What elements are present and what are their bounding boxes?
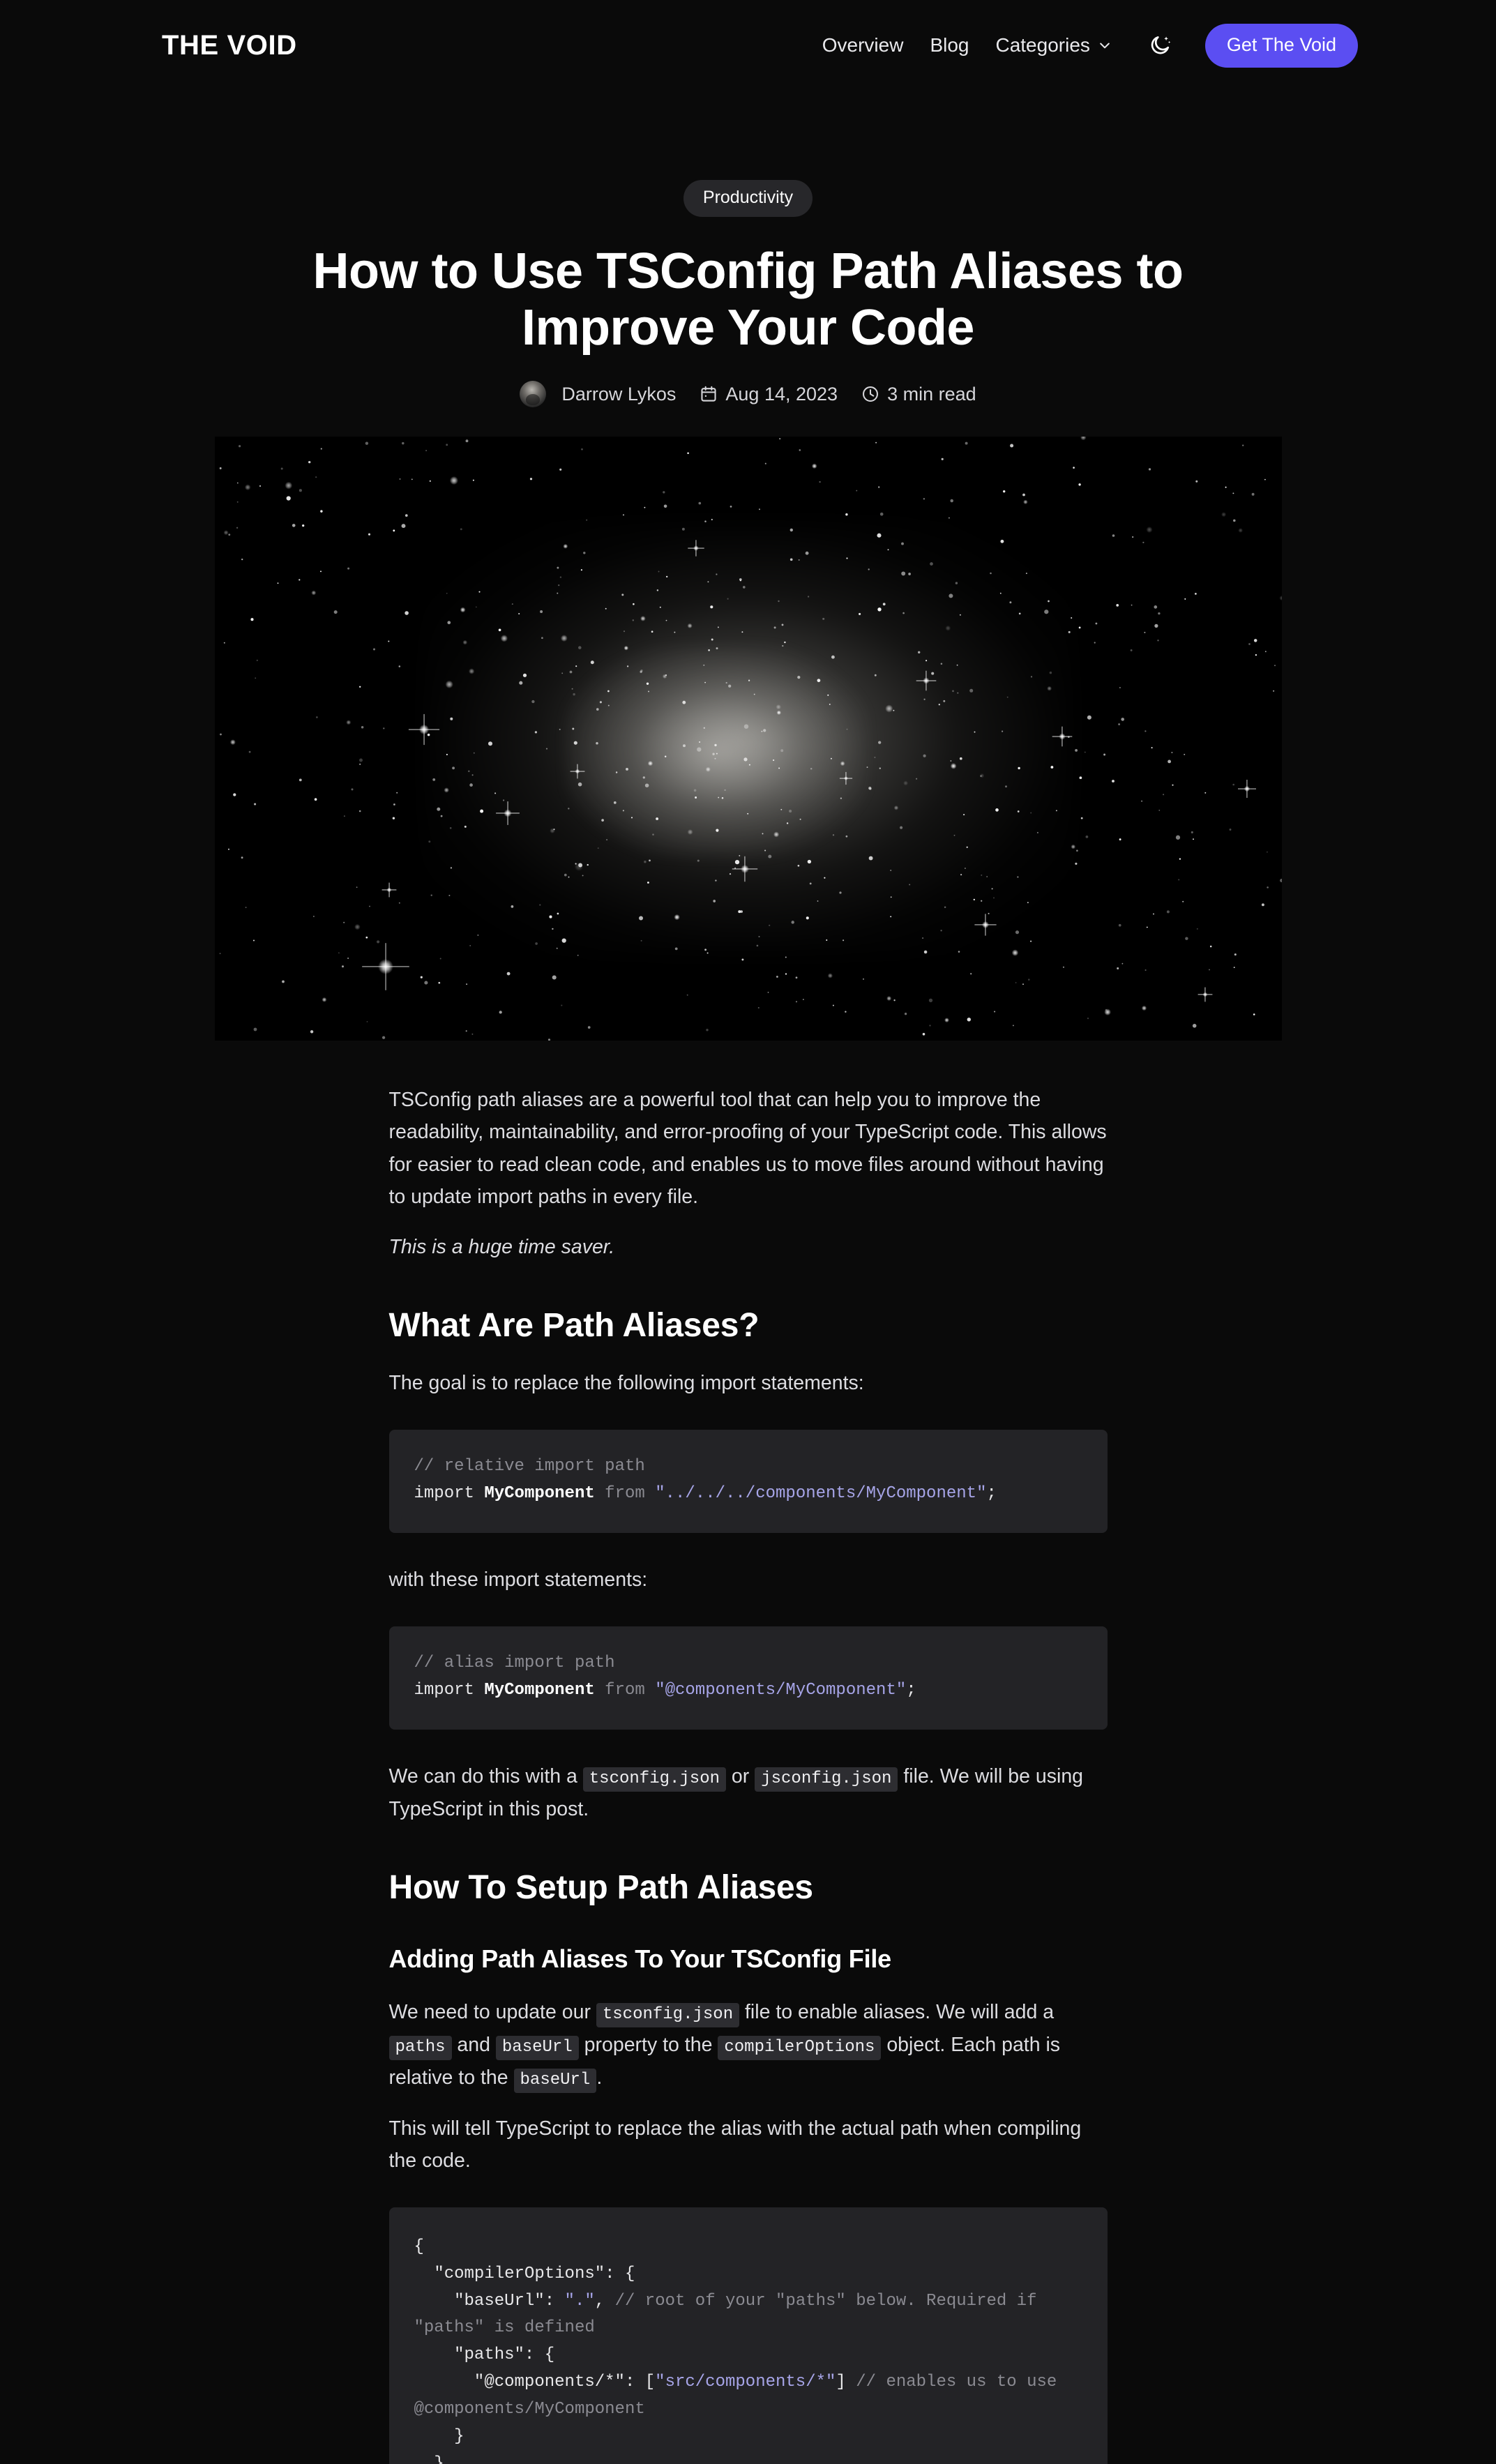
publish-date: Aug 14, 2023 xyxy=(700,384,838,405)
code-key: "@components/*": [ xyxy=(414,2373,656,2392)
text-fragment: We need to update our xyxy=(388,2000,596,2023)
author-name: Darrow Lykos xyxy=(561,383,677,405)
code-line: { xyxy=(414,2237,424,2256)
section-1-paragraph: The goal is to replace the following imp… xyxy=(388,1372,864,1395)
article-meta: Darrow Lykos Aug 14, 2023 3 min read xyxy=(520,381,976,408)
nav-item-overview[interactable]: Overview xyxy=(822,36,904,55)
code-comment: // alias import path xyxy=(414,1654,615,1673)
category-badge[interactable]: Productivity xyxy=(683,180,813,217)
section-1-paragraph-3: We can do this with a tsconfig.json or j… xyxy=(389,1760,1108,1825)
section-2-paragraph-2: This will tell TypeScript to replace the… xyxy=(388,2117,1082,2172)
code-keyword-from: from xyxy=(605,1484,645,1504)
code-punct: , xyxy=(594,2291,615,2311)
text-fragment: and xyxy=(451,2033,496,2056)
text-fragment: or xyxy=(726,1764,755,1787)
code-key: "baseUrl": xyxy=(414,2291,565,2311)
site-logo[interactable]: THE VOID xyxy=(162,31,297,59)
code-line: } xyxy=(414,2426,464,2446)
calendar-icon xyxy=(700,385,718,403)
code-block-alias-import: // alias import path import MyComponent … xyxy=(388,1626,1108,1730)
publish-date-label: Aug 14, 2023 xyxy=(725,383,838,405)
code-line: "compilerOptions": { xyxy=(414,2264,635,2283)
inline-code-baseurl: baseUrl xyxy=(495,2035,579,2060)
nav-item-blog[interactable]: Blog xyxy=(930,36,969,55)
code-keyword-from: from xyxy=(605,1680,645,1700)
inline-code-tsconfig: tsconfig.json xyxy=(582,1767,727,1792)
code-string: "../../../components/MyComponent" xyxy=(655,1484,987,1504)
code-string: "src/components/*" xyxy=(655,2373,836,2392)
read-time-label: 3 min read xyxy=(887,383,976,405)
read-time: 3 min read xyxy=(861,384,976,405)
code-block-tsconfig-json: { "compilerOptions": { "baseUrl": ".", /… xyxy=(388,2207,1108,2464)
clock-icon xyxy=(861,385,879,403)
article-hero: Productivity How to Use TSConfig Path Al… xyxy=(0,91,1496,408)
text-fragment: file to enable aliases. We will add a xyxy=(739,2000,1055,2023)
intro-emphasis: This is a huge time saver. xyxy=(388,1235,615,1258)
site-header: THE VOID Overview Blog Categories Get Th… xyxy=(0,0,1496,91)
intro-paragraph: TSConfig path aliases are a powerful too… xyxy=(388,1089,1107,1208)
article-body: TSConfig path aliases are a powerful too… xyxy=(388,1041,1108,2464)
code-keyword-import: import xyxy=(414,1680,474,1700)
avatar xyxy=(520,381,547,408)
code-line: } xyxy=(414,2454,444,2464)
article: Productivity How to Use TSConfig Path Al… xyxy=(0,91,1496,2464)
inline-code-baseurl: baseUrl xyxy=(513,2068,597,2093)
text-fragment: We can do this with a xyxy=(388,1764,583,1787)
code-string: "." xyxy=(564,2291,595,2311)
get-the-void-button[interactable]: Get The Void xyxy=(1204,23,1358,68)
code-semicolon: ; xyxy=(906,1680,916,1700)
inline-code-paths: paths xyxy=(388,2035,452,2060)
code-semicolon: ; xyxy=(986,1484,997,1504)
chevron-down-icon xyxy=(1098,38,1112,52)
inline-code-tsconfig: tsconfig.json xyxy=(596,2002,740,2027)
inline-code-compileroptions: compilerOptions xyxy=(718,2035,882,2060)
code-punct: ] xyxy=(836,2373,856,2392)
text-fragment: property to the xyxy=(578,2033,718,2056)
code-block-relative-import: // relative import path import MyCompone… xyxy=(388,1430,1108,1533)
section-title-how-to-setup: How To Setup Path Aliases xyxy=(388,1868,814,1906)
code-comment: // relative import path xyxy=(414,1457,645,1476)
inline-code-jsconfig: jsconfig.json xyxy=(755,1767,898,1792)
text-fragment: . xyxy=(596,2066,603,2089)
section-1-paragraph-2: with these import statements: xyxy=(388,1568,648,1591)
code-string: "@components/MyComponent" xyxy=(655,1680,907,1700)
hero-image xyxy=(214,437,1282,1041)
section-2-paragraph: We need to update our tsconfig.json file… xyxy=(388,1996,1108,2094)
code-symbol: MyComponent xyxy=(484,1484,595,1504)
code-line: "paths": { xyxy=(414,2345,555,2365)
section-title-what-are-path-aliases: What Are Path Aliases? xyxy=(388,1307,760,1345)
nav-item-categories-label: Categories xyxy=(995,34,1090,56)
moon-icon[interactable] xyxy=(1144,29,1176,61)
starfield xyxy=(219,437,1282,1041)
main-navigation: Overview Blog Categories Get The Void xyxy=(822,23,1358,68)
page-title: How to Use TSConfig Path Aliases to Impr… xyxy=(312,243,1184,356)
code-keyword-import: import xyxy=(414,1484,474,1504)
code-symbol: MyComponent xyxy=(484,1680,595,1700)
nav-item-categories[interactable]: Categories xyxy=(995,36,1111,55)
sub-title-adding-path-aliases: Adding Path Aliases To Your TSConfig Fil… xyxy=(388,1944,892,1973)
